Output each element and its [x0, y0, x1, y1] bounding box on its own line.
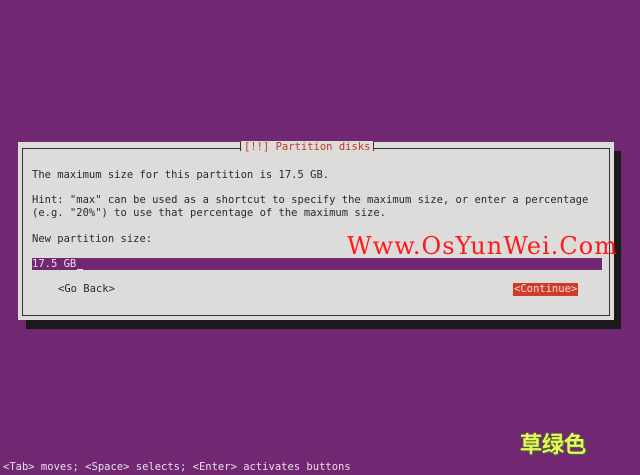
continue-button[interactable]: <Continue>: [513, 283, 579, 296]
hint-line-1: Hint: "max" can be used as a shortcut to…: [32, 194, 589, 206]
status-bar: <Tab> moves; <Space> selects; <Enter> ac…: [3, 461, 351, 473]
hint-line-2: (e.g. "20%") to use that percentage of t…: [32, 207, 387, 219]
watermark-text: Www.OsYunWei.Com: [347, 232, 618, 260]
dialog-title: [!!] Partition disks: [240, 141, 375, 155]
field-label: New partition size:: [32, 233, 153, 245]
go-back-button[interactable]: <Go Back>: [58, 283, 115, 296]
max-size-text: The maximum size for this partition is 1…: [32, 169, 330, 181]
partition-dialog: [!!] Partition disks The maximum size fo…: [18, 141, 614, 320]
partition-size-value: 17.5 GB: [32, 258, 77, 270]
text-cursor: [77, 269, 84, 270]
logo-text: 草绿色: [520, 433, 587, 458]
